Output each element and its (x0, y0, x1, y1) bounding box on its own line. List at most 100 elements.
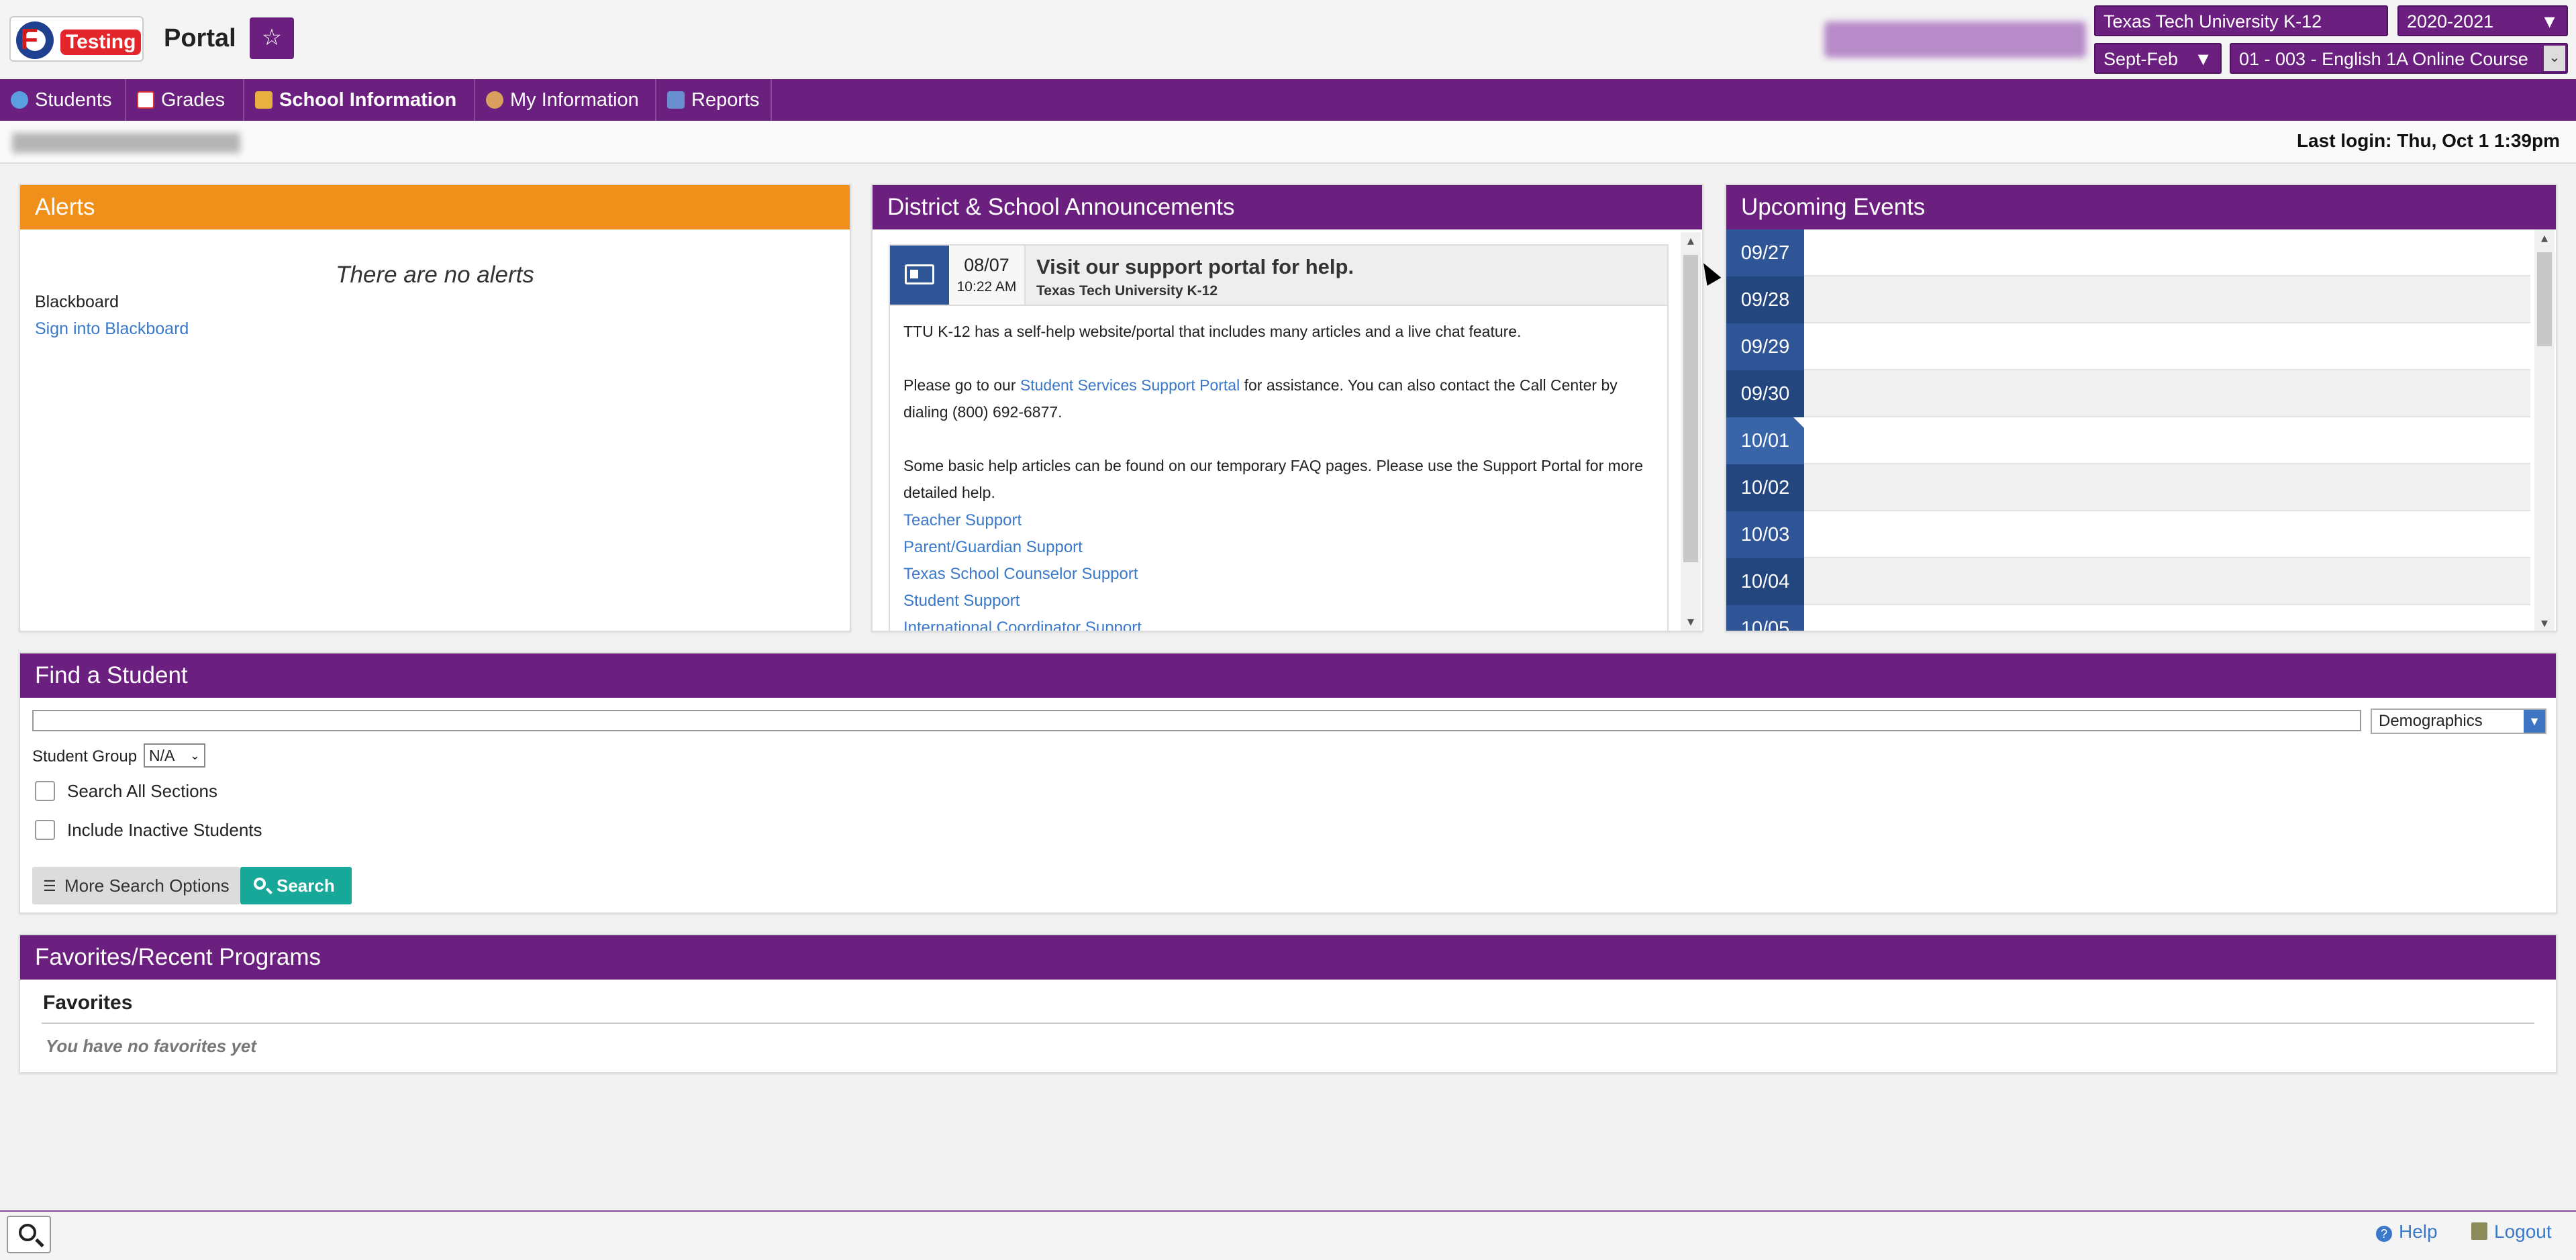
no-favorites-message: You have no favorites yet (46, 1036, 257, 1056)
scrollbar-thumb[interactable] (1683, 255, 1698, 562)
term-select-value: Sept-Feb (2103, 49, 2179, 69)
user-name-redacted (1824, 21, 2086, 58)
blackboard-label: Blackboard (35, 293, 119, 311)
nav-my-information[interactable]: My Information (475, 79, 656, 121)
nav-grades[interactable]: Grades (126, 79, 244, 121)
counselor-support-link[interactable]: Texas School Counselor Support (903, 565, 1138, 584)
help-link[interactable]: ? Help (2376, 1221, 2438, 1243)
sign-into-blackboard-link[interactable]: Sign into Blackboard (35, 319, 189, 339)
search-all-sections-checkbox[interactable] (35, 781, 55, 801)
student-support-link[interactable]: Student Support (903, 592, 1020, 611)
reports-icon (667, 91, 685, 109)
dropdown-arrow-icon: ▼ (2524, 710, 2545, 733)
scroll-up-icon[interactable]: ▴ (1681, 232, 1701, 250)
event-row[interactable]: 09/29 (1726, 323, 2530, 370)
school-select[interactable]: Texas Tech University K-12 (2094, 5, 2388, 36)
more-search-options-button[interactable]: ☰ More Search Options (32, 867, 240, 904)
panel-title: Find a Student (20, 653, 2556, 698)
nav-school-information[interactable]: School Information (244, 79, 475, 121)
welcome-bar (0, 121, 2576, 164)
announcements-scrollbar[interactable]: ▴ ▾ (1681, 232, 1701, 631)
event-row[interactable]: 09/28 (1726, 276, 2530, 323)
announcement-date-box: 08/07 10:22 AM (949, 246, 1026, 305)
student-search-input[interactable] (32, 710, 2361, 731)
nav-students[interactable]: Students (0, 79, 126, 121)
announcement-card: 08/07 10:22 AM Visit our support portal … (889, 244, 1669, 631)
event-row[interactable]: 10/03 (1726, 511, 2530, 558)
logout-label: Logout (2494, 1221, 2552, 1242)
find-student-panel: Find a Student Demographics ▼ Student Gr… (19, 652, 2557, 914)
button-label: More Search Options (64, 876, 230, 896)
parent-guardian-support-link[interactable]: Parent/Guardian Support (903, 538, 1083, 557)
logout-icon (2471, 1222, 2487, 1240)
favorites-heading: Favorites (43, 992, 133, 1014)
school-select-value: Texas Tech University K-12 (2103, 11, 2322, 32)
include-inactive-checkbox[interactable] (35, 820, 55, 840)
search-category-value: Demographics (2379, 712, 2483, 730)
dropdown-arrow-icon: ▼ (2194, 49, 2212, 69)
nav-reports[interactable]: Reports (656, 79, 772, 121)
logo-letter: F (20, 23, 38, 56)
support-portal-link[interactable]: Student Services Support Portal (1020, 376, 1240, 394)
today-marker-icon (1793, 417, 1804, 428)
user-icon (486, 91, 503, 109)
alerts-panel: Alerts There are no alerts Blackboard Si… (19, 184, 851, 632)
event-date: 10/05 (1726, 605, 1804, 631)
scroll-down-icon[interactable]: ▾ (2534, 615, 2555, 631)
last-login: Last login: Thu, Oct 1 1:39pm (2296, 130, 2560, 151)
event-row[interactable]: 09/27 (1726, 229, 2530, 276)
footer-search-button[interactable] (7, 1216, 51, 1253)
search-category-select[interactable]: Demographics ▼ (2371, 708, 2546, 734)
event-row[interactable]: 10/02 (1726, 464, 2530, 511)
event-date: 10/03 (1726, 511, 1804, 558)
events-scrollbar[interactable]: ▴ ▾ (2534, 229, 2555, 631)
help-icon: ? (2376, 1226, 2392, 1242)
chevron-down-icon: ⌄ (2544, 46, 2565, 71)
announcement-header: 08/07 10:22 AM Visit our support portal … (890, 246, 1667, 306)
event-date: 09/28 (1726, 276, 1804, 323)
nav-label: Reports (691, 89, 760, 111)
event-row[interactable]: 10/05 (1726, 605, 2530, 631)
event-row[interactable]: 10/04 (1726, 558, 2530, 605)
divider (42, 1022, 2534, 1024)
main-nav: Students Grades School Information My In… (0, 79, 2576, 121)
panel-title: Favorites/Recent Programs (20, 935, 2556, 980)
event-date: 10/02 (1726, 464, 1804, 511)
checkbox-label: Include Inactive Students (67, 820, 262, 840)
logout-link[interactable]: Logout (2471, 1221, 2552, 1243)
event-date: 09/29 (1726, 323, 1804, 370)
search-button[interactable]: Search (240, 867, 352, 904)
list-icon: ☰ (43, 878, 56, 894)
announcement-date: 08/07 (964, 255, 1009, 275)
announcement-time: 10:22 AM (956, 279, 1017, 295)
course-select[interactable]: 01 - 003 - English 1A Online Course ⌄ (2230, 43, 2568, 74)
scrollbar-thumb[interactable] (2537, 252, 2552, 346)
event-date: 10/01 (1726, 417, 1804, 464)
nav-label: School Information (279, 89, 457, 111)
panel-title: Alerts (20, 185, 850, 229)
international-coordinator-support-link[interactable]: International Coordinator Support (903, 619, 1142, 631)
panel-title: District & School Announcements (873, 185, 1702, 229)
upcoming-events-panel: Upcoming Events 09/27 09/28 09/29 09/30 … (1725, 184, 2557, 632)
favorite-star-button[interactable]: ☆ (250, 17, 294, 59)
term-select[interactable]: Sept-Feb ▼ (2094, 43, 2222, 74)
student-group-select[interactable]: N/A ⌄ (144, 743, 205, 768)
teacher-support-link[interactable]: Teacher Support (903, 511, 1022, 530)
event-date: 09/30 (1726, 370, 1804, 417)
nav-label: Students (35, 89, 112, 111)
welcome-message-redacted (12, 133, 240, 153)
event-row-today[interactable]: 10/01 (1726, 417, 2530, 464)
year-select[interactable]: 2020-2021 ▼ (2397, 5, 2568, 36)
app-logo[interactable]: F Testing (9, 16, 144, 62)
chevron-down-icon: ⌄ (189, 749, 200, 762)
nav-label: Grades (161, 89, 226, 111)
help-label: Help (2399, 1221, 2438, 1242)
search-icon (19, 1224, 36, 1241)
event-date: 10/04 (1726, 558, 1804, 605)
scroll-down-icon[interactable]: ▾ (1681, 613, 1701, 631)
newspaper-icon (890, 246, 949, 305)
scroll-up-icon[interactable]: ▴ (2534, 229, 2555, 247)
text-span: Please go to our (903, 376, 1020, 394)
event-row[interactable]: 09/30 (1726, 370, 2530, 417)
dropdown-arrow-icon: ▼ (2540, 11, 2559, 32)
